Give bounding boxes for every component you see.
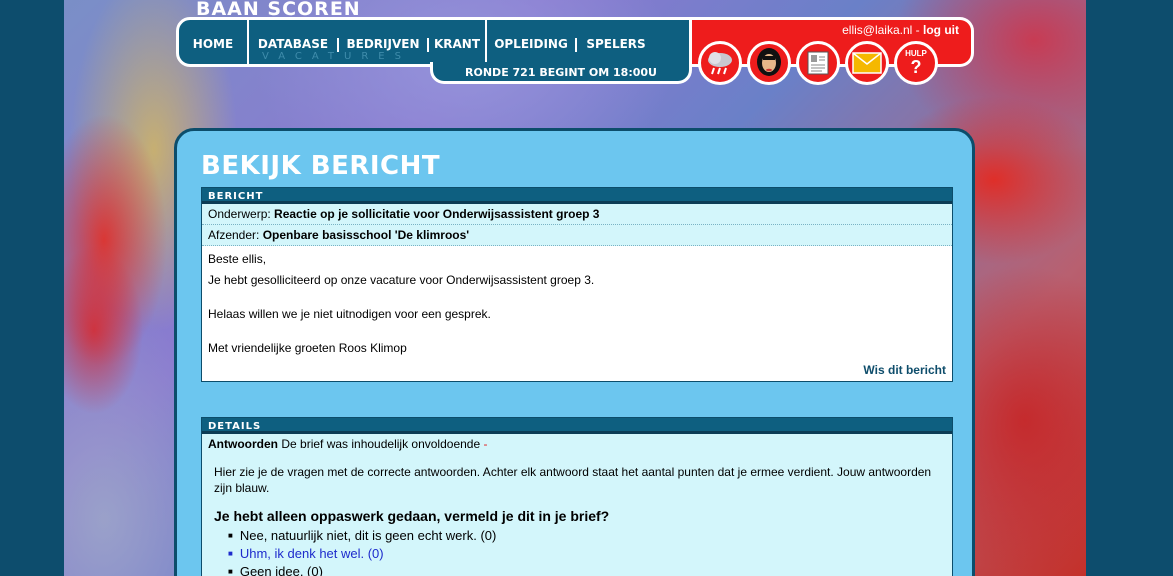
content-panel: BEKIJK BERICHT BERICHT Onderwerp: Reacti… (174, 128, 975, 576)
message-line: Helaas willen we je niet uitnodigen voor… (208, 307, 491, 321)
help-icon[interactable]: HULP ? (894, 41, 938, 85)
logout-link[interactable]: log uit (923, 23, 959, 37)
avatar-icon[interactable] (747, 41, 791, 85)
answer-option-selected: Uhm, ik denk het wel. (0) (228, 546, 946, 561)
answers-label: Antwoorden (208, 437, 278, 451)
profile-card-icon[interactable] (796, 41, 840, 85)
nav-home[interactable]: HOME (179, 20, 247, 64)
round-timer: RONDE 721 BEGINT OM 18:00U (430, 62, 692, 84)
answer-list: Nee, natuurlijk niet, dit is geen echt w… (228, 528, 946, 576)
message-greeting: Beste ellis, (208, 252, 267, 266)
message-header: BERICHT (202, 188, 952, 204)
message-line: Je hebt gesolliciteerd op onze vacature … (208, 273, 595, 287)
answers-dash: - (483, 437, 488, 451)
delete-message-link[interactable]: Wis dit bericht (202, 363, 952, 381)
nav-opleiding[interactable]: OPLEIDING (487, 20, 575, 64)
details-box: DETAILS Antwoorden De brief was inhoudel… (201, 417, 953, 576)
user-info: ellis@laika.nl - log uit (842, 23, 959, 37)
message-box: BERICHT Onderwerp: Reactie op je sollici… (201, 187, 953, 382)
question-text: Je hebt alleen oppaswerk gedaan, vermeld… (214, 508, 610, 524)
sender-label: Afzender: (208, 228, 260, 242)
user-separator: - (912, 23, 923, 37)
mail-icon[interactable] (845, 41, 889, 85)
sender-value: Openbare basisschool 'De klimroos' (262, 228, 470, 242)
sender-row: Afzender: Openbare basisschool 'De klimr… (202, 225, 952, 246)
nav-spelers[interactable]: SPELERS (577, 20, 655, 64)
site-logo[interactable]: BAAN SCOREN (196, 0, 361, 19)
answers-verdict: De brief was inhoudelijk onvoldoende (281, 437, 481, 451)
details-body: Antwoorden De brief was inhoudelijk onvo… (202, 434, 952, 576)
answers-summary: Antwoorden De brief was inhoudelijk onvo… (208, 437, 946, 451)
help-question-mark: ? (910, 57, 922, 77)
nav-vacatures[interactable]: VACATURES (262, 51, 411, 62)
subject-label: Onderwerp: (208, 207, 271, 221)
nav-krant[interactable]: KRANT (429, 20, 485, 64)
message-body: Beste ellis, Je hebt gesolliciteerd op o… (202, 246, 952, 363)
user-email: ellis@laika.nl (842, 23, 913, 37)
answer-option: Geen idee. (0) (228, 564, 946, 576)
message-closing: Met vriendelijke groeten Roos Klimop (208, 341, 407, 355)
details-header: DETAILS (202, 418, 952, 434)
answers-explanation: Hier zie je de vragen met de correcte an… (214, 465, 932, 495)
subject-row: Onderwerp: Reactie op je sollicitatie vo… (202, 204, 952, 225)
page-title: BEKIJK BERICHT (201, 151, 441, 181)
subject-value: Reactie op je sollicitatie voor Onderwij… (274, 207, 600, 221)
weather-icon[interactable] (698, 41, 742, 85)
answer-option: Nee, natuurlijk niet, dit is geen echt w… (228, 528, 946, 543)
main-nav: HOME DATABASE BEDRIJVEN KRANT OPLEIDING … (176, 17, 692, 67)
